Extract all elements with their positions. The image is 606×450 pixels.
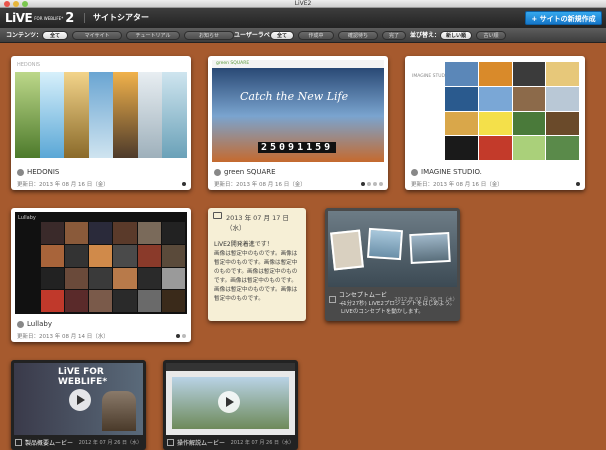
card-dots — [182, 182, 186, 186]
site-thumbnail: green SQUARE Catch the New Life 25091159 — [212, 60, 384, 162]
card-dots — [576, 182, 580, 186]
content-filter-mysite[interactable]: マイサイト — [72, 31, 122, 40]
video-banner: LiVE FOR WEBLIFE* — [58, 367, 108, 387]
card-date: 更新日：2013 年 08 月 16 日（金） — [411, 182, 503, 188]
window-titlebar: LiVE2 — [0, 0, 606, 8]
sort-oldest[interactable]: 古い順 — [476, 31, 506, 40]
window-title: LiVE2 — [294, 0, 312, 7]
note-body: 画像は暫定中のものです。画像は暫定中のものです。画像は暫定中のものです。画像は暫… — [214, 251, 298, 302]
video-caption: 操作解説ムービー 2012 年 07 月 26 日（水） — [167, 438, 294, 447]
play-icon[interactable] — [218, 391, 240, 413]
filter-bar: コンテンツ： 全て マイサイト チュートリアル お知らせ ユーザーラベル： 全て… — [0, 28, 606, 43]
content-filter-tutorial[interactable]: チュートリアル — [126, 31, 180, 40]
card-title: IMAGINE STUDIO. — [411, 168, 482, 176]
card-date: 更新日：2013 年 08 月 16 日（金） — [214, 182, 306, 188]
select-checkbox[interactable] — [167, 439, 174, 446]
content-filter-all[interactable]: 全て — [42, 31, 68, 40]
site-card-hedonis[interactable]: HEDONIS HEDONIS 更新日：2013 年 08 月 16 日（金） — [11, 56, 191, 190]
sort-newest[interactable]: 新しい順 — [440, 31, 472, 40]
news-note-card[interactable]: 2013 年 07 月 17 日（水） LiVE2開発着進です！ 画像は暫定中の… — [208, 208, 306, 321]
site-thumbnail: Lullaby — [15, 212, 187, 314]
site-card-imagine-studio[interactable]: IMAGINE STUDIO. IMAGINE STUDIO. 更新日：2013… — [405, 56, 585, 190]
globe-icon — [17, 320, 24, 328]
video-caption: 製品概要ムービー 2012 年 07 月 26 日（水） — [15, 438, 142, 447]
user-label-filter-pending[interactable]: 確認待ち — [338, 31, 378, 40]
thumbnail-headline: Catch the New Life — [240, 90, 349, 103]
plus-icon: + — [531, 15, 540, 23]
note-date: 2013 年 07 月 17 日（水） — [226, 214, 289, 232]
content-filter-news[interactable]: お知らせ — [184, 31, 234, 40]
sort-label: 並び替え： — [410, 32, 441, 39]
card-date: 更新日：2013 年 08 月 14 日（水） — [17, 334, 109, 340]
card-dots — [361, 182, 383, 186]
new-site-button[interactable]: + サイトの新規作成 — [525, 11, 602, 25]
thumbnail-header: HEDONIS — [17, 62, 41, 68]
video-thumbnail — [328, 211, 457, 287]
card-title: HEDONIS — [17, 168, 59, 176]
video-thumbnail — [166, 363, 295, 435]
countdown-counter: 25091159 — [258, 142, 337, 153]
concept-movie-card[interactable]: コンセプトムービー 2012 年 07 月 26 日（水） (1分27秒) Li… — [325, 208, 460, 321]
section-title: サイトシアター — [84, 13, 149, 23]
globe-icon — [411, 168, 418, 176]
tutorial-movie-card[interactable]: 操作解説ムービー 2012 年 07 月 26 日（水） — [163, 360, 298, 450]
thumbnail-header: green SQUARE — [216, 61, 250, 66]
app-header: LiVE FOR WEBLIFE* 2 サイトシアター + サイトの新規作成 — [0, 8, 606, 28]
card-dots — [176, 334, 186, 338]
site-thumbnail: IMAGINE STUDIO. — [409, 60, 581, 162]
globe-icon — [17, 168, 24, 176]
select-checkbox[interactable] — [15, 439, 22, 446]
user-label-filter-all[interactable]: 全て — [270, 31, 294, 40]
product-movie-card[interactable]: LiVE FOR WEBLIFE* 製品概要ムービー 2012 年 07 月 2… — [11, 360, 146, 450]
card-title: green SQUARE — [214, 168, 276, 176]
site-card-green-square[interactable]: green SQUARE Catch the New Life 25091159… — [208, 56, 388, 190]
monitor-icon — [213, 212, 222, 219]
user-label-filter-in-progress[interactable]: 作成中 — [298, 31, 334, 40]
site-card-lullaby[interactable]: Lullaby Lullaby 更新日：2013 年 08 月 14 日（水） — [11, 208, 191, 342]
video-thumbnail: LiVE FOR WEBLIFE* — [14, 363, 143, 435]
site-thumbnail: HEDONIS — [15, 60, 188, 162]
globe-icon — [214, 168, 221, 176]
card-date: 更新日：2013 年 08 月 16 日（金） — [17, 182, 109, 188]
user-label-filter-done[interactable]: 完了 — [382, 31, 406, 40]
play-icon[interactable] — [69, 389, 91, 411]
card-title: Lullaby — [17, 320, 52, 328]
app-logo: LiVE FOR WEBLIFE* 2 — [5, 11, 74, 26]
content-filter-label: コンテンツ： — [6, 32, 43, 39]
note-title: LiVE2開発着進です！ — [214, 241, 273, 248]
thumbnail-header: Lullaby — [18, 215, 36, 221]
video-description: (1分27秒) LiVE2プロジェクトをはじめよう。LiVEのコンセプトを動かし… — [341, 301, 456, 315]
select-checkbox[interactable] — [329, 295, 336, 303]
